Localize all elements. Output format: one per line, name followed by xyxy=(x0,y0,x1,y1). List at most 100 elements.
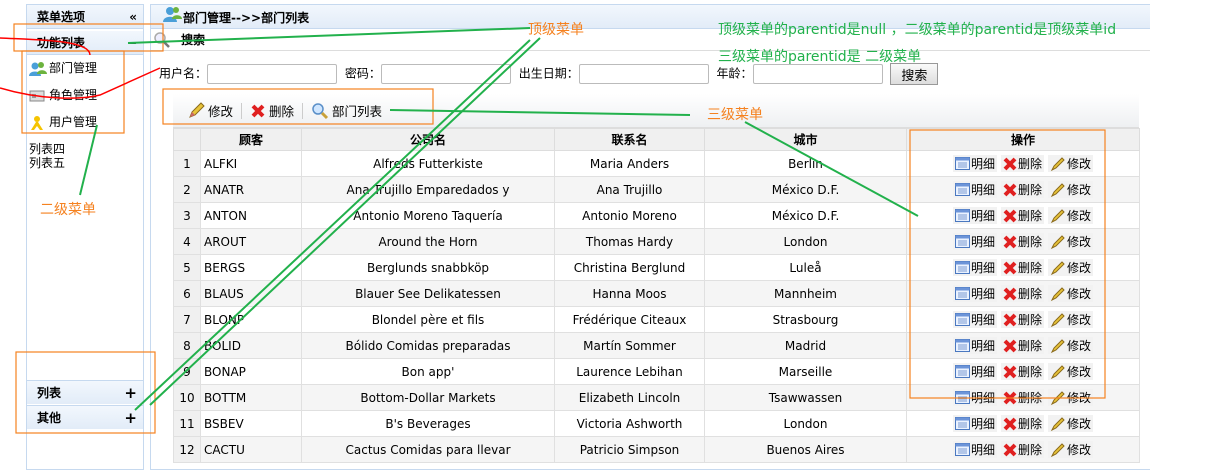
row-edit-button[interactable]: 修改 xyxy=(1048,363,1094,380)
username-input[interactable] xyxy=(207,64,338,84)
label: 修改 xyxy=(1067,365,1092,379)
row-edit-button[interactable]: 修改 xyxy=(1048,389,1094,406)
pencil-icon xyxy=(1050,390,1066,406)
column-header[interactable] xyxy=(173,128,201,151)
label: 明细 xyxy=(970,339,995,353)
table-row[interactable]: 7 BLONP Blondel père et fils Frédérique Cit… xyxy=(173,306,1140,333)
table-row[interactable]: 4 AROUT Around the Horn Thomas Hardy London 明… xyxy=(173,228,1140,255)
table-row[interactable]: 11 BSBEV B's Beverages Victoria Ashworth Lon… xyxy=(173,410,1140,437)
label: 删除 xyxy=(1017,157,1042,171)
section-function-list[interactable]: 功能列表 − xyxy=(27,31,143,55)
row-delete-button[interactable]: 删除 xyxy=(1000,233,1044,250)
row-delete-button[interactable]: 删除 xyxy=(1000,441,1044,458)
row-edit-button[interactable]: 修改 xyxy=(1048,259,1094,276)
password-label: 密码： xyxy=(344,66,381,81)
row-number: 8 xyxy=(173,332,201,359)
annotation-note: 三级菜单的parentid是 二级菜单 xyxy=(718,49,922,65)
row-delete-button[interactable]: 删除 xyxy=(1000,389,1044,406)
row-edit-button[interactable]: 修改 xyxy=(1048,441,1094,458)
column-header[interactable]: 顾客 xyxy=(200,128,302,151)
table-row[interactable]: 5 BERGS Berglunds snabbköp Christina Berglu… xyxy=(173,254,1140,281)
row-edit-button[interactable]: 修改 xyxy=(1048,233,1094,250)
customer-cell: ALFKI xyxy=(200,150,302,177)
label: 角色管理 xyxy=(49,88,98,102)
city-cell: Marseille xyxy=(704,358,907,385)
password-input[interactable] xyxy=(380,64,511,84)
detail-button[interactable]: 明细 xyxy=(952,233,997,250)
dept-list-button[interactable]: 部门列表 xyxy=(303,101,390,120)
row-edit-button[interactable]: 修改 xyxy=(1048,337,1094,354)
sidebar-item-role[interactable]: 角色管理 xyxy=(27,82,143,109)
table-row[interactable]: 6 BLAUS Blauer See Delikatessen Hanna Moos M… xyxy=(173,280,1140,307)
label: 修改 xyxy=(1067,183,1092,197)
sidebar-item-dept[interactable]: 部门管理 xyxy=(27,55,143,82)
row-edit-button[interactable]: 修改 xyxy=(1048,181,1094,198)
column-header[interactable]: 公司名 xyxy=(301,128,555,151)
label: 明细 xyxy=(970,157,995,171)
column-header[interactable]: 操作 xyxy=(906,128,1140,151)
detail-button[interactable]: 明细 xyxy=(952,363,997,380)
label: 修改 xyxy=(1067,313,1092,327)
row-edit-button[interactable]: 修改 xyxy=(1048,155,1094,172)
row-edit-button[interactable]: 修改 xyxy=(1048,285,1094,302)
row-delete-button[interactable]: 删除 xyxy=(1000,259,1044,276)
row-delete-button[interactable]: 删除 xyxy=(1000,207,1044,224)
row-number: 11 xyxy=(173,410,201,437)
detail-button[interactable]: 明细 xyxy=(952,311,997,328)
sidebar-item-list4[interactable]: 列表四 xyxy=(27,142,143,156)
search-button[interactable]: 搜索 xyxy=(890,63,939,85)
label: 删除 xyxy=(1017,235,1042,249)
detail-button[interactable]: 明细 xyxy=(952,155,997,172)
table-row[interactable]: 10 BOTTM Bottom-Dollar Markets Elizabeth Li… xyxy=(173,384,1140,411)
section-list[interactable]: 列表 + xyxy=(27,380,143,404)
row-delete-button[interactable]: 删除 xyxy=(1000,181,1044,198)
detail-button[interactable]: 明细 xyxy=(952,207,997,224)
column-header[interactable]: 联系名 xyxy=(554,128,705,151)
company-cell: Antonio Moreno Taquería xyxy=(301,202,555,229)
table-row[interactable]: 9 BONAP Bon app' Laurence Lebihan Marseille 明… xyxy=(173,358,1140,385)
row-edit-button[interactable]: 修改 xyxy=(1048,311,1094,328)
table-row[interactable]: 3 ANTON Antonio Moreno Taquería Antonio Mor… xyxy=(173,202,1140,229)
row-delete-button[interactable]: 删除 xyxy=(1000,311,1044,328)
detail-button[interactable]: 明细 xyxy=(952,259,997,276)
sidebar-item-list5[interactable]: 列表五 xyxy=(27,156,143,170)
contact-cell: Antonio Moreno xyxy=(554,202,705,229)
detail-button[interactable]: 明细 xyxy=(952,441,997,458)
row-delete-button[interactable]: 删除 xyxy=(1000,337,1044,354)
row-number: 12 xyxy=(173,436,201,463)
detail-button[interactable]: 明细 xyxy=(952,415,997,432)
collapse-icon[interactable]: « xyxy=(129,5,137,29)
company-cell: Blondel père et fils xyxy=(301,306,555,333)
contact-cell: Martín Sommer xyxy=(554,332,705,359)
section-other[interactable]: 其他 + xyxy=(27,405,143,429)
row-edit-button[interactable]: 修改 xyxy=(1048,207,1094,224)
table-row[interactable]: 2 ANATR Ana Trujillo Emparedados y Ana Truj… xyxy=(173,176,1140,203)
row-delete-button[interactable]: 删除 xyxy=(1000,363,1044,380)
customer-cell: AROUT xyxy=(200,228,302,255)
detail-button[interactable]: 明细 xyxy=(952,181,997,198)
birthdate-input[interactable] xyxy=(578,64,709,84)
minus-icon[interactable]: − xyxy=(127,31,137,55)
annotation-note: 顶级菜单的parentid是null ，二级菜单的parentid是顶级菜单id xyxy=(718,22,1117,38)
edit-button[interactable]: 修改 xyxy=(179,101,241,120)
row-edit-button[interactable]: 修改 xyxy=(1048,415,1094,432)
table-row[interactable]: 8 BOLID Bólido Comidas preparadas Martín So… xyxy=(173,332,1140,359)
detail-button[interactable]: 明细 xyxy=(952,285,997,302)
delete-button[interactable]: 删除 xyxy=(242,101,302,120)
table-row[interactable]: 12 CACTU Cactus Comidas para llevar Patrici… xyxy=(173,436,1140,463)
row-delete-button[interactable]: 删除 xyxy=(1000,415,1044,432)
detail-button[interactable]: 明细 xyxy=(952,337,997,354)
sidebar-item-user[interactable]: 用户管理 xyxy=(27,109,143,136)
plus-icon[interactable]: + xyxy=(124,381,137,405)
table-row[interactable]: 1 ALFKI Alfreds Futterkiste Maria Anders Ber… xyxy=(173,150,1140,177)
birthdate-label: 出生日期： xyxy=(518,66,579,81)
column-header[interactable]: 城市 xyxy=(704,128,907,151)
row-delete-button[interactable]: 删除 xyxy=(1000,155,1044,172)
customer-cell: CACTU xyxy=(200,436,302,463)
row-delete-button[interactable]: 删除 xyxy=(1000,285,1044,302)
label: 明细 xyxy=(970,209,995,223)
age-input[interactable] xyxy=(752,64,883,84)
plus-icon[interactable]: + xyxy=(124,406,137,430)
detail-icon xyxy=(954,339,970,352)
detail-button[interactable]: 明细 xyxy=(952,389,997,406)
